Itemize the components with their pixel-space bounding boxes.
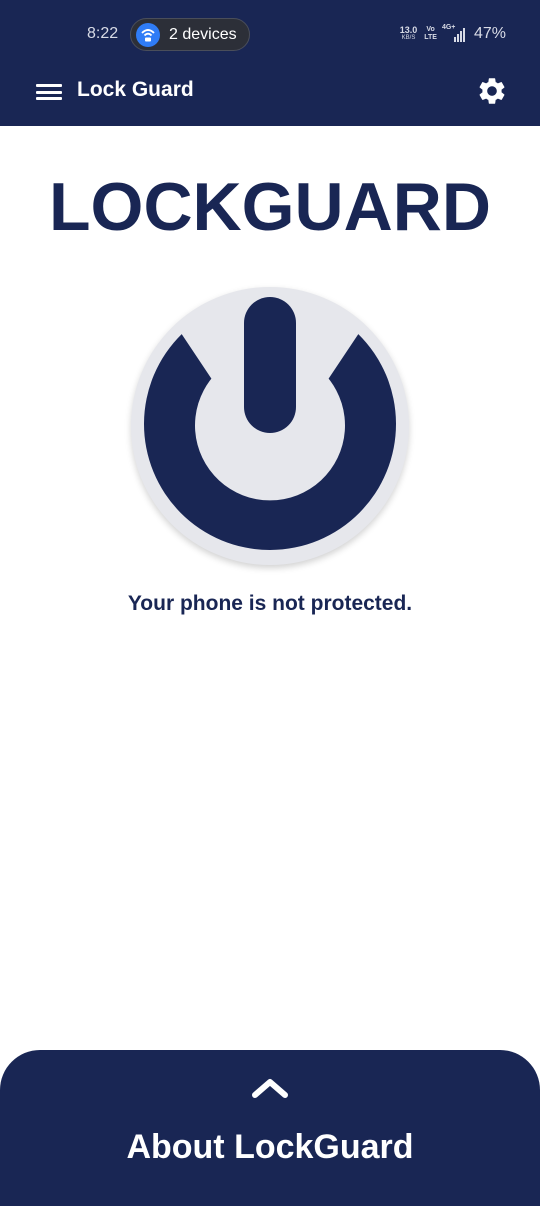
battery-level: 47% [473,25,506,42]
hotspot-indicator[interactable]: 2 devices [130,18,250,51]
menu-button[interactable] [36,81,62,103]
signal-label: 4G+ [441,24,456,31]
gear-icon [479,78,505,104]
volte-top: Vo [426,26,435,33]
hotspot-label: 2 devices [169,25,237,43]
brand-title: LOCKGUARD [49,169,491,245]
status-icons: 13.0 KB/S Vo LTE 4G+ 47% [400,24,506,44]
volte-bottom: LTE [424,34,437,41]
about-panel[interactable]: About LockGuard [0,1050,540,1206]
menu-icon [36,84,62,87]
header: 8:22 2 devices 13.0 KB/S Vo LTE 4G+ 47% … [0,0,540,126]
status-bar: 8:22 2 devices 13.0 KB/S Vo LTE 4G+ 47% [0,0,540,68]
net-speed-unit: KB/S [401,35,416,41]
volte-indicator: Vo LTE [424,26,437,42]
settings-button[interactable] [476,75,508,107]
about-title: About LockGuard [126,1128,414,1166]
app-bar: Lock Guard [0,68,540,126]
app-title: Lock Guard [77,78,194,101]
chevron-up-icon[interactable] [250,1076,290,1100]
power-button[interactable] [131,287,409,565]
protection-status: Your phone is not protected. [127,592,413,615]
net-speed: 13.0 KB/S [400,26,418,42]
power-icon [144,297,396,550]
signal-icon: 4G+ [441,24,465,42]
status-time: 8:22 [87,25,119,42]
wifi-hotspot-icon [136,22,160,47]
net-speed-value: 13.0 [399,25,418,35]
